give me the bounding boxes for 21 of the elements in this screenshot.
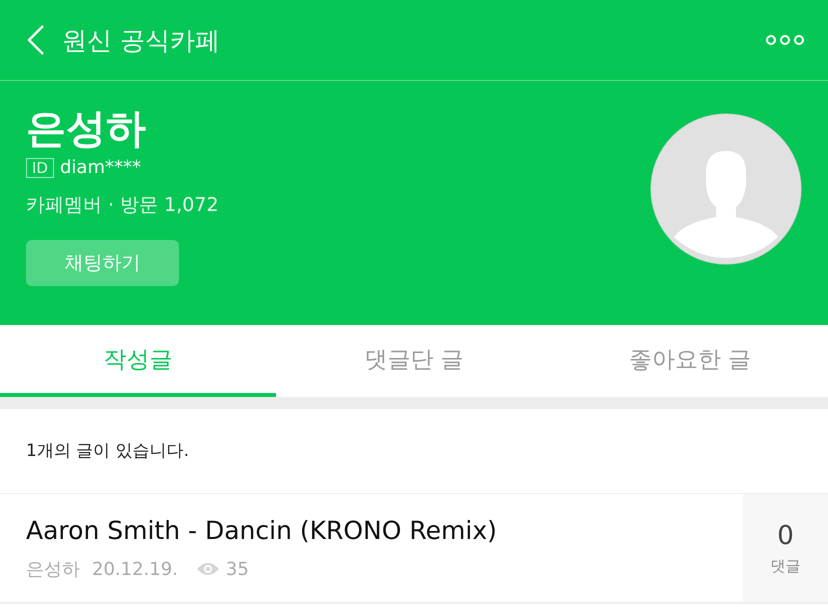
more-icon[interactable]	[766, 34, 804, 46]
cafe-title: 원신 공식카페	[62, 24, 221, 56]
tab[interactable]: 좋아요한 글	[552, 325, 828, 397]
eye-icon	[196, 561, 220, 577]
post-author: 은성하	[26, 558, 80, 581]
avatar-icon	[650, 113, 802, 265]
tab[interactable]: 댓글단 글	[276, 325, 552, 397]
tab[interactable]: 작성글	[0, 325, 276, 397]
post-date: 20.12.19.	[92, 558, 178, 580]
user-id: diam****	[60, 157, 141, 178]
view-count: 35	[226, 558, 249, 580]
back-icon[interactable]	[26, 24, 46, 56]
chat-button[interactable]: 채팅하기	[26, 240, 179, 286]
comment-box[interactable]: 0 댓글	[743, 494, 828, 602]
post-count: 1개의 글이 있습니다.	[0, 409, 828, 494]
comment-label: 댓글	[770, 556, 800, 576]
comment-count: 0	[777, 520, 794, 550]
profile-name: 은성하	[26, 105, 146, 154]
member-info: 카페멤버 · 방문 1,072	[26, 193, 219, 218]
post-title[interactable]: Aaron Smith - Dancin (KRONO Remix)	[26, 516, 743, 545]
id-tag: ID	[26, 158, 54, 178]
